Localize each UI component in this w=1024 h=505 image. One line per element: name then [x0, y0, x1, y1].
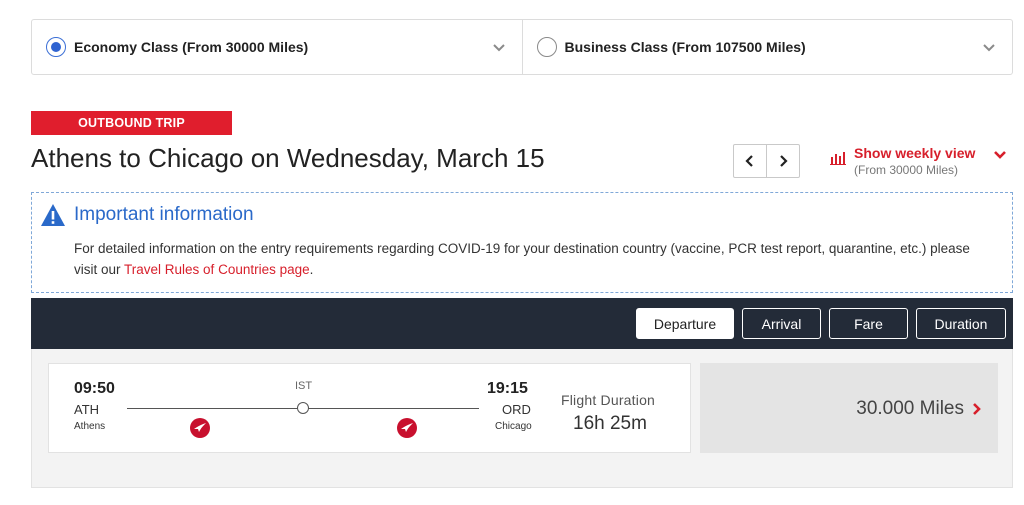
outbound-trip-tag: OUTBOUND TRIP	[31, 111, 232, 135]
airline-logo-icon	[190, 418, 210, 438]
cabin-selector: Economy Class (From 30000 Miles) Busines…	[31, 19, 1013, 75]
chevron-right-icon	[780, 155, 788, 167]
route-title: Athens to Chicago on Wednesday, March 15	[31, 143, 545, 173]
chevron-down-icon[interactable]	[982, 40, 996, 54]
economy-class-option[interactable]: Economy Class (From 30000 Miles)	[32, 20, 522, 74]
weekly-view-sub: (From 30000 Miles)	[854, 163, 959, 177]
important-info-title: Important information	[74, 204, 254, 225]
sort-arrival-button[interactable]: Arrival	[742, 308, 821, 339]
stopover-dot	[297, 402, 309, 414]
flight-card[interactable]: 09:50 ATH Athens IST 19:15 ORD Chicago F…	[48, 363, 691, 453]
info-text-end: .	[309, 262, 314, 277]
flight-duration-label: Flight Duration	[561, 392, 656, 408]
bar-chart-icon	[830, 152, 846, 165]
next-day-button[interactable]	[766, 145, 799, 177]
arrival-time: 19:15	[487, 380, 528, 397]
airline-logo-icon	[397, 418, 417, 438]
business-radio[interactable]	[536, 37, 557, 57]
fare-select-button[interactable]: 30.000 Miles	[700, 363, 998, 453]
stopover-code: IST	[295, 380, 313, 392]
chevron-down-icon	[994, 151, 1007, 159]
show-weekly-view-toggle[interactable]: Show weekly view (From 30000 Miles)	[830, 145, 1007, 177]
sort-duration-button[interactable]: Duration	[916, 308, 1006, 339]
chevron-down-icon[interactable]	[492, 40, 506, 54]
departure-code: ATH	[74, 402, 100, 417]
important-info-box: Important information For detailed infor…	[31, 192, 1013, 293]
business-class-label: Business Class (From 107500 Miles)	[564, 39, 806, 55]
business-class-option[interactable]: Business Class (From 107500 Miles)	[521, 20, 1013, 74]
sort-bar: Departure Arrival Fare Duration	[31, 298, 1013, 349]
flight-duration-value: 16h 25m	[573, 413, 647, 434]
travel-rules-link[interactable]: Travel Rules of Countries page	[124, 262, 310, 277]
arrival-city: Chicago	[495, 421, 532, 432]
previous-day-button[interactable]	[734, 145, 766, 177]
chevron-right-icon	[973, 403, 981, 415]
sort-departure-button[interactable]: Departure	[636, 308, 734, 339]
flight-results: 09:50 ATH Athens IST 19:15 ORD Chicago F…	[31, 349, 1013, 488]
departure-city: Athens	[74, 421, 106, 432]
weekly-view-label: Show weekly view	[854, 145, 976, 161]
important-info-text: For detailed information on the entry re…	[74, 238, 992, 280]
economy-radio[interactable]	[46, 37, 66, 57]
arrival-code: ORD	[502, 402, 531, 417]
fare-price: 30.000 Miles	[856, 398, 964, 419]
departure-time: 09:50	[74, 380, 115, 397]
sort-fare-button[interactable]: Fare	[829, 308, 908, 339]
warning-icon	[41, 204, 65, 226]
date-nav	[733, 144, 800, 178]
chevron-left-icon	[745, 155, 753, 167]
economy-class-label: Economy Class (From 30000 Miles)	[74, 39, 309, 55]
